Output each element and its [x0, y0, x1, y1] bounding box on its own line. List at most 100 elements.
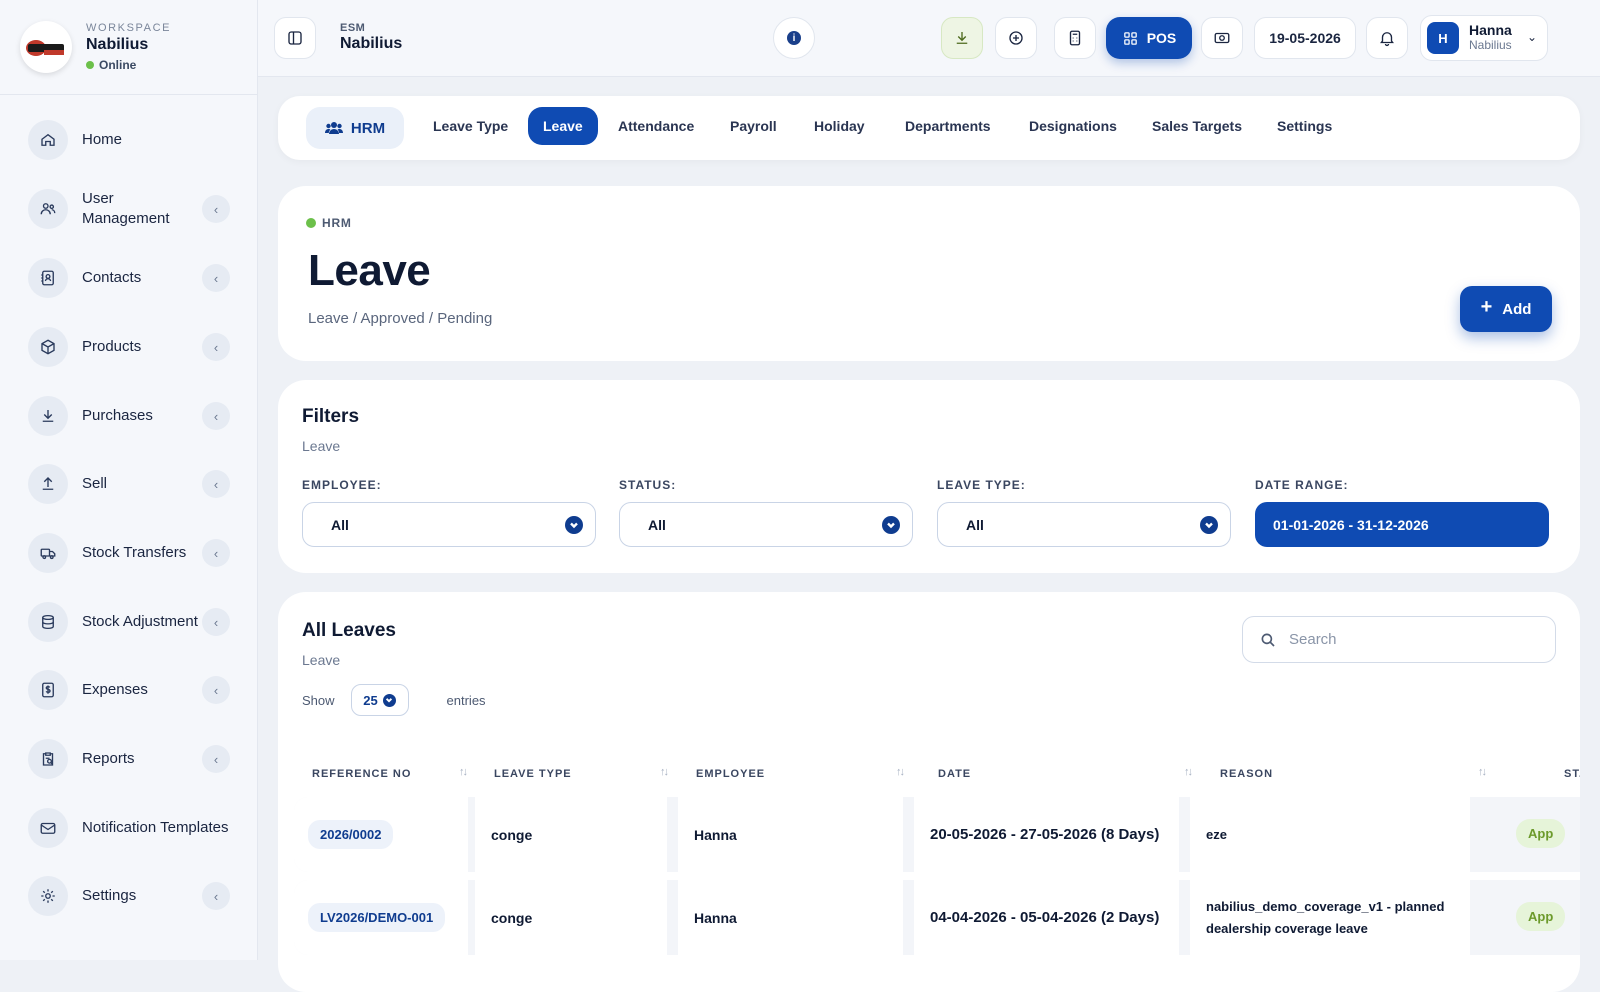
chevron-left-icon[interactable]: ‹	[202, 264, 230, 292]
chevron-left-icon[interactable]: ‹	[202, 539, 230, 567]
add-circle-button[interactable]	[995, 17, 1037, 59]
sidebar-item-label: Stock Adjustment	[82, 613, 198, 630]
workspace-logo	[20, 21, 72, 73]
sidebar-item-label: User Management	[82, 190, 170, 227]
cash-icon	[1214, 32, 1230, 44]
search-input[interactable]	[1289, 631, 1529, 648]
table-subtitle: Leave	[302, 652, 341, 668]
sidebar-item-user-management[interactable]: User Management ‹	[28, 189, 230, 229]
search-icon	[1261, 633, 1275, 647]
col-status[interactable]: ST...	[1564, 768, 1580, 780]
tab-holiday[interactable]: Holiday	[799, 107, 880, 145]
tab-attendance[interactable]: Attendance	[603, 107, 709, 145]
tab-leave-type[interactable]: Leave Type	[418, 107, 523, 145]
tab-sales-targets[interactable]: Sales Targets	[1137, 107, 1257, 145]
sidebar-item-label: Sell	[82, 475, 108, 492]
plus-icon: +	[1480, 296, 1493, 318]
home-icon	[28, 120, 68, 160]
reference-link[interactable]: LV2026/DEMO-001	[308, 903, 446, 932]
sidebar-item-sell[interactable]: Sell ‹	[28, 464, 230, 504]
cash-register-button[interactable]	[1201, 17, 1243, 59]
sort-icon[interactable]: ↑↓	[1184, 766, 1193, 778]
status-badge: App	[1516, 902, 1566, 931]
filters-subtitle: Leave	[302, 438, 341, 454]
sort-icon[interactable]: ↑↓	[1478, 766, 1487, 778]
truck-icon	[28, 533, 68, 573]
info-button[interactable]: i	[773, 17, 815, 59]
tab-departments[interactable]: Departments	[890, 107, 1006, 145]
online-status: Online	[86, 58, 171, 72]
date-range-filter-label: DATE RANGE:	[1255, 478, 1349, 492]
col-employee[interactable]: EMPLOYEE	[696, 768, 765, 780]
chevron-left-icon[interactable]: ‹	[202, 402, 230, 430]
table-row[interactable]: LV2026/DEMO-001 conge Hanna 04-04-2026 - 05…	[294, 880, 1580, 955]
show-label: Show	[302, 692, 335, 708]
status-filter-select[interactable]: All	[619, 502, 913, 547]
employee-filter-select[interactable]: All	[302, 502, 596, 547]
chevron-left-icon[interactable]: ‹	[202, 333, 230, 361]
chevron-left-icon[interactable]: ‹	[202, 745, 230, 773]
chevron-left-icon[interactable]: ‹	[202, 676, 230, 704]
sidebar-item-notification-templates[interactable]: Notification Templates	[28, 808, 230, 848]
col-leave-type[interactable]: LEAVE TYPE	[494, 768, 572, 780]
chevron-down-icon	[1200, 516, 1218, 534]
sidebar-toggle-button[interactable]	[274, 17, 316, 59]
hrm-module-button[interactable]: HRM	[306, 107, 404, 149]
info-icon: i	[787, 31, 801, 45]
chevron-left-icon[interactable]: ‹	[202, 470, 230, 498]
sidebar-item-home[interactable]: Home	[28, 120, 230, 160]
page-size-select[interactable]: 25	[350, 684, 409, 716]
sidebar-item-label: Expenses	[82, 681, 148, 698]
plus-circle-icon	[1009, 31, 1023, 45]
sidebar-item-stock-adjustment[interactable]: Stock Adjustment ‹	[28, 602, 230, 642]
pos-button[interactable]: POS	[1106, 17, 1192, 59]
sidebar-item-expenses[interactable]: Expenses ‹	[28, 670, 230, 710]
leave-type-filter-select[interactable]: All	[937, 502, 1231, 547]
sort-icon[interactable]: ↑↓	[896, 766, 905, 778]
table-title: All Leaves	[302, 620, 396, 641]
sidebar-item-label: Settings	[82, 887, 137, 904]
module-badge: HRM	[306, 216, 352, 230]
calculator-button[interactable]	[1054, 17, 1096, 59]
sort-icon[interactable]: ↑↓	[459, 766, 468, 778]
sidebar-item-label: Contacts	[82, 269, 142, 286]
sort-icon[interactable]: ↑↓	[660, 766, 669, 778]
chevron-left-icon[interactable]: ‹	[202, 882, 230, 910]
users-group-icon	[324, 122, 343, 134]
app-title-block: ESM Nabilius	[340, 22, 402, 53]
cell-type: conge	[475, 880, 667, 955]
sidebar-item-purchases[interactable]: Purchases ‹	[28, 396, 230, 436]
filters-card: Filters Leave EMPLOYEE: All STATUS: All …	[278, 380, 1580, 573]
sidebar-item-label: Stock Transfers	[82, 544, 187, 561]
sidebar-item-products[interactable]: Products ‹	[28, 327, 230, 367]
sidebar-item-reports[interactable]: Reports ‹	[28, 739, 230, 779]
col-date[interactable]: DATE	[938, 768, 971, 780]
cell-date: 04-04-2026 - 05-04-2026 (2 Days)	[914, 880, 1179, 955]
col-reason[interactable]: REASON	[1220, 768, 1273, 780]
reference-link[interactable]: 2026/0002	[308, 820, 394, 849]
add-leave-button[interactable]: + Add	[1460, 286, 1552, 332]
sidebar-item-settings[interactable]: Settings ‹	[28, 876, 230, 916]
chevron-left-icon[interactable]: ‹	[202, 195, 230, 223]
cell-status: App	[1482, 880, 1580, 955]
sidebar-item-stock-transfers[interactable]: Stock Transfers ‹	[28, 533, 230, 573]
cell-ref: LV2026/DEMO-001	[294, 880, 468, 955]
col-reference-no[interactable]: REFERENCE NO	[312, 768, 411, 780]
date-range-picker[interactable]: 01-01-2026 - 31-12-2026	[1255, 502, 1549, 547]
tab-settings[interactable]: Settings	[1262, 107, 1347, 145]
download-button[interactable]	[941, 17, 983, 59]
chevron-left-icon[interactable]: ‹	[202, 608, 230, 636]
notifications-button[interactable]	[1366, 17, 1408, 59]
current-date[interactable]: 19-05-2026	[1254, 17, 1356, 59]
workspace-name: Nabilius	[86, 36, 149, 53]
tab-payroll[interactable]: Payroll	[715, 107, 792, 145]
sidebar-item-contacts[interactable]: Contacts ‹	[28, 258, 230, 298]
user-menu[interactable]: H Hanna Nabilius ⌄	[1420, 15, 1548, 61]
tab-leave[interactable]: Leave	[528, 107, 598, 145]
app-title: Nabilius	[340, 35, 403, 52]
tab-designations[interactable]: Designations	[1014, 107, 1132, 145]
reason-text: nabilius_demo_coverage_v1 - planned deal…	[1206, 898, 1445, 936]
workspace-header[interactable]: WORKSPACE Nabilius Online	[0, 0, 257, 95]
table-row[interactable]: 2026/0002 conge Hanna 20-05-2026 - 27-05-20…	[294, 797, 1580, 872]
sidebar-item-label: Products	[82, 338, 142, 355]
